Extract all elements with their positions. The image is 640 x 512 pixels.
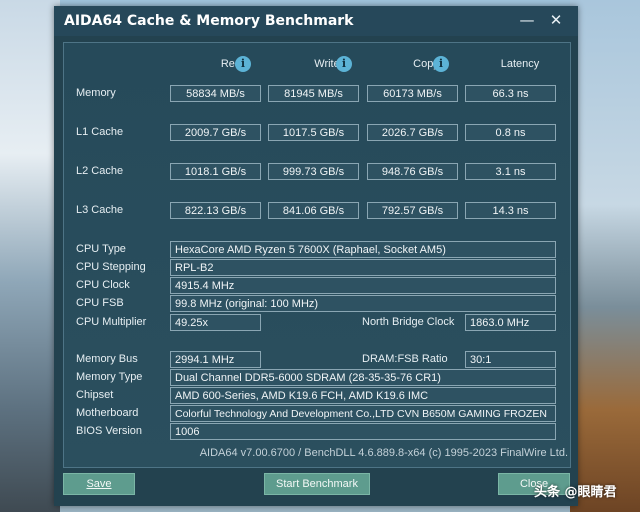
latency-header: Latency <box>500 58 540 70</box>
dram-fsb-ratio-value: 30:1 <box>465 351 556 368</box>
start-benchmark-button[interactable]: Start Benchmark <box>264 473 370 495</box>
row-label-l3-cache: L3 Cache <box>76 204 124 216</box>
write-info-icon[interactable]: i <box>336 56 352 72</box>
save-button-label: Save <box>86 478 112 490</box>
memory-type-value: Dual Channel DDR5-6000 SDRAM (28-35-35-7… <box>170 369 556 386</box>
l3-read-value: 822.13 GB/s <box>170 202 261 219</box>
l3-copy-value: 792.57 GB/s <box>367 202 458 219</box>
desktop-background-right <box>570 0 640 512</box>
cpu-type-value: HexaCore AMD Ryzen 5 7600X (Raphael, Soc… <box>170 241 556 258</box>
l3-write-value: 841.06 GB/s <box>268 202 359 219</box>
memory-bus-value: 2994.1 MHz <box>170 351 261 368</box>
north-bridge-clock-label: North Bridge Clock <box>362 316 455 328</box>
cpu-fsb-value: 99.8 MHz (original: 100 MHz) <box>170 295 556 312</box>
l2-copy-value: 948.76 GB/s <box>367 163 458 180</box>
title-bar[interactable]: AIDA64 Cache & Memory Benchmark — ✕ <box>54 6 578 36</box>
motherboard-label: Motherboard <box>76 407 139 419</box>
read-header: Read <box>220 58 248 70</box>
l2-read-value: 1018.1 GB/s <box>170 163 261 180</box>
version-footer: AIDA64 v7.00.6700 / BenchDLL 4.6.889.8-x… <box>199 447 568 459</box>
l3-latency-value: 14.3 ns <box>465 202 556 219</box>
cpu-clock-value: 4915.4 MHz <box>170 277 556 294</box>
l1-read-value: 2009.7 GB/s <box>170 124 261 141</box>
motherboard-value: Colorful Technology And Development Co.,… <box>170 405 556 422</box>
read-info-icon[interactable]: i <box>235 56 251 72</box>
bios-version-value: 1006 <box>170 423 556 440</box>
chipset-label: Chipset <box>76 389 114 401</box>
memory-copy-value: 60173 MB/s <box>367 85 458 102</box>
north-bridge-clock-value: 1863.0 MHz <box>465 314 556 331</box>
l2-latency-value: 3.1 ns <box>465 163 556 180</box>
chipset-value: AMD 600-Series, AMD K19.6 FCH, AMD K19.6… <box>170 387 556 404</box>
bios-version-label: BIOS Version <box>76 425 143 437</box>
cpu-stepping-value: RPL-B2 <box>170 259 556 276</box>
cpu-clock-label: CPU Clock <box>76 279 130 291</box>
l1-latency-value: 0.8 ns <box>465 124 556 141</box>
l2-write-value: 999.73 GB/s <box>268 163 359 180</box>
row-label-memory: Memory <box>76 87 116 99</box>
write-header: Write <box>314 58 340 70</box>
minimize-icon[interactable]: — <box>516 10 538 30</box>
l1-write-value: 1017.5 GB/s <box>268 124 359 141</box>
memory-bus-label: Memory Bus <box>76 353 138 365</box>
close-icon[interactable]: ✕ <box>545 10 567 30</box>
benchmark-window: AIDA64 Cache & Memory Benchmark — ✕ Read… <box>54 6 578 506</box>
row-label-l2-cache: L2 Cache <box>76 165 124 177</box>
cpu-multiplier-label: CPU Multiplier <box>76 316 147 328</box>
l1-copy-value: 2026.7 GB/s <box>367 124 458 141</box>
watermark: 头条 @眼睛君 <box>534 485 617 500</box>
copy-header: Copy <box>413 58 439 70</box>
memory-latency-value: 66.3 ns <box>465 85 556 102</box>
cpu-multiplier-value: 49.25x <box>170 314 261 331</box>
cpu-stepping-label: CPU Stepping <box>76 261 146 273</box>
memory-type-label: Memory Type <box>76 371 143 383</box>
cpu-type-label: CPU Type <box>76 243 126 255</box>
results-panel: Read i Write i Copy i Latency Memory 588… <box>63 42 571 468</box>
copy-info-icon[interactable]: i <box>433 56 449 72</box>
cpu-fsb-label: CPU FSB <box>76 297 124 309</box>
window-title: AIDA64 Cache & Memory Benchmark <box>64 13 354 29</box>
dram-fsb-ratio-label: DRAM:FSB Ratio <box>362 353 448 365</box>
row-label-l1-cache: L1 Cache <box>76 126 124 138</box>
desktop-background-left <box>0 0 60 512</box>
memory-read-value: 58834 MB/s <box>170 85 261 102</box>
save-button[interactable]: Save <box>63 473 135 495</box>
memory-write-value: 81945 MB/s <box>268 85 359 102</box>
